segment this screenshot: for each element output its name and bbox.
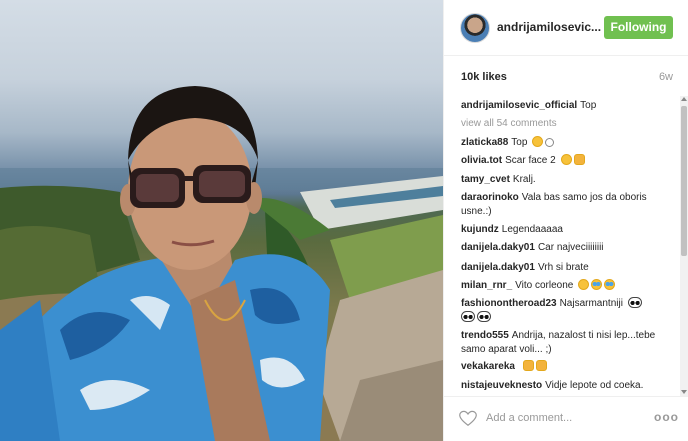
caption-text: Top bbox=[580, 100, 597, 111]
smiley-emoji-icon bbox=[578, 279, 590, 290]
post-photo[interactable] bbox=[0, 0, 443, 441]
comment-author[interactable]: fashionontheroad23 bbox=[461, 298, 557, 309]
profile-avatar[interactable] bbox=[460, 13, 490, 43]
comment-author[interactable]: vekakareka bbox=[461, 361, 515, 372]
list-item: zlaticka88 Top bbox=[461, 136, 675, 150]
comment-author[interactable]: olivia.tot bbox=[461, 155, 502, 166]
ok-hand-emoji-icon bbox=[522, 360, 534, 371]
following-button[interactable]: Following bbox=[604, 16, 673, 39]
list-item: nistajeuveknesto Vidje lepote od coeka. bbox=[461, 379, 675, 393]
view-all-comments-link[interactable]: view all 54 comments bbox=[461, 118, 557, 129]
smiley-emoji-icon bbox=[532, 136, 544, 147]
smiley-emoji-icon bbox=[560, 154, 572, 165]
list-item: fashionontheroad23 Najsarmantniji bbox=[461, 297, 675, 325]
comment-author[interactable]: kujundz bbox=[461, 224, 499, 235]
comment-author[interactable]: trendo555 bbox=[461, 330, 509, 341]
list-item: milan_rnr_ Vito corleone bbox=[461, 279, 675, 293]
caption-author[interactable]: andrijamilosevic_official bbox=[461, 100, 577, 111]
comment-author[interactable]: nistajeuveknesto bbox=[461, 380, 542, 391]
list-item: vekakareka bbox=[461, 360, 675, 374]
eyes-emoji-icon bbox=[627, 297, 642, 308]
comment-author[interactable]: danijela.daky01 bbox=[461, 242, 535, 253]
comment-text: Car najveciiiiiiii bbox=[537, 242, 604, 253]
clapping-hands-emoji-icon bbox=[573, 154, 585, 165]
list-item: trendo555 Andrija, nazalost ti nisi lep..… bbox=[461, 329, 675, 357]
post-header: andrijamilosevic... Following bbox=[444, 0, 688, 56]
comment-text: Top bbox=[511, 137, 528, 148]
comment-author[interactable]: danijela.daky01 bbox=[461, 262, 535, 273]
caption: andrijamilosevic_official Top bbox=[461, 99, 675, 113]
post-author-username[interactable]: andrijamilosevic... bbox=[497, 20, 609, 34]
comment-author[interactable]: daraorinoko bbox=[461, 192, 519, 203]
post-timestamp[interactable]: 6w bbox=[659, 71, 673, 83]
comment-author[interactable]: zlaticka88 bbox=[461, 137, 508, 148]
more-options-icon[interactable]: ooo bbox=[654, 410, 679, 424]
post-meta: 10k likes 6w bbox=[444, 56, 688, 96]
comment-text: Najsarmantniji bbox=[559, 298, 623, 309]
eyes-emoji-icon bbox=[461, 311, 475, 322]
comment-text: Vrh si brate bbox=[537, 262, 589, 273]
comment-author[interactable]: tamy_cvet bbox=[461, 174, 510, 185]
list-item: olivia.tot Scar face 2 bbox=[461, 154, 675, 168]
raised-hand-emoji-icon bbox=[535, 360, 547, 371]
add-comment-input[interactable] bbox=[486, 409, 636, 427]
list-item: danijela.daky01 Car najveciiiiiiii bbox=[461, 241, 675, 255]
smiley-outline-emoji-icon bbox=[545, 138, 555, 147]
list-item: kujundz Legendaaaaa bbox=[461, 223, 675, 237]
list-item: danijela.daky01 Vrh si brate bbox=[461, 261, 675, 275]
list-item: tamy_cvet Kralj. bbox=[461, 173, 675, 187]
crying-laughing-emoji-icon bbox=[591, 279, 603, 290]
comment-text: Scar face 2 bbox=[505, 155, 556, 166]
scroll-up-arrow-icon[interactable] bbox=[681, 97, 687, 101]
comment-text: Legendaaaaa bbox=[501, 224, 563, 235]
comment-text: Vidje lepote od coeka. bbox=[545, 380, 644, 391]
comment-text: Kralj. bbox=[512, 174, 536, 185]
comment-text: Vito corleone bbox=[515, 280, 574, 291]
post-details-panel: andrijamilosevic... Following 10k likes … bbox=[443, 0, 688, 441]
scrollbar-thumb[interactable] bbox=[681, 106, 687, 256]
likes-count[interactable]: 10k likes bbox=[461, 71, 507, 83]
scroll-down-arrow-icon[interactable] bbox=[681, 390, 687, 394]
add-comment-bar: ooo bbox=[444, 396, 688, 441]
comment-author[interactable]: milan_rnr_ bbox=[461, 280, 512, 291]
list-item: daraorinoko Vala bas samo jos da oboris u… bbox=[461, 191, 675, 219]
heart-outline-icon[interactable] bbox=[459, 410, 477, 427]
comments-scrollbar[interactable] bbox=[680, 96, 688, 396]
eyes-emoji-icon bbox=[477, 311, 491, 322]
crying-laughing-emoji-icon bbox=[604, 279, 616, 290]
comments-list: andrijamilosevic_official Top view all 54… bbox=[444, 96, 688, 396]
photo-illustration bbox=[0, 86, 443, 441]
